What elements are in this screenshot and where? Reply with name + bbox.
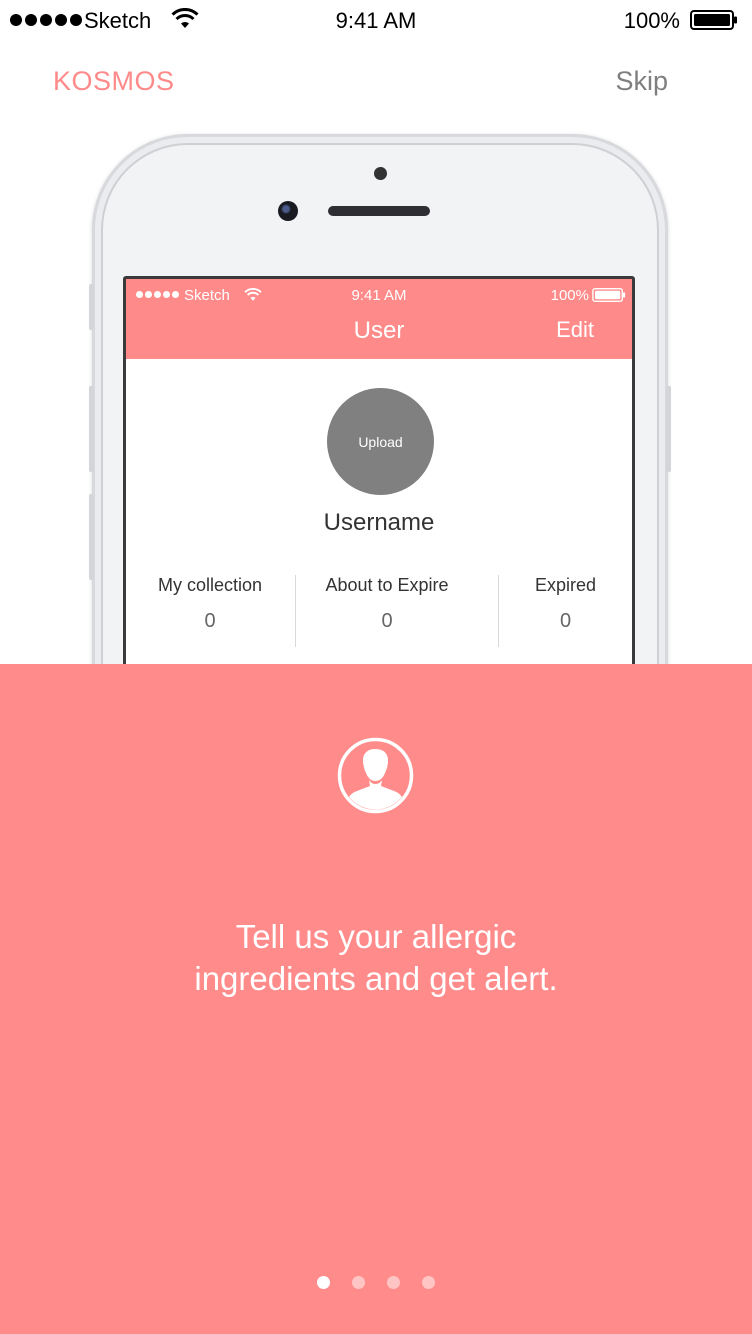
stat-value: 0 [559,610,572,632]
onboarding-panel: Tell us your allergic ingredients and ge… [0,664,752,1334]
phone-volume-down [89,494,94,580]
screen-nav-bar: Sketch 9:41 AM 100% User Edit [126,279,632,359]
stat-expired: Expired 0 [499,575,632,647]
page-dot-2[interactable] [352,1276,365,1289]
tagline-line-1: Tell us your allergic [235,918,517,955]
stat-value: 0 [204,610,216,632]
stat-my-collection: My collection 0 [126,575,294,647]
stat-label: Expired [534,575,597,595]
screen-battery-percent: 100% [550,287,589,304]
stat-about-to-expire: About to Expire 0 [296,575,478,647]
avatar-upload-label: Upload [358,433,403,450]
onboarding-tagline: Tell us your allergic ingredients and ge… [0,916,752,1000]
proximity-sensor-icon [374,167,387,180]
page-dot-3[interactable] [387,1276,400,1289]
stat-label: About to Expire [325,575,449,595]
page-dot-1[interactable] [317,1276,330,1289]
battery-icon [690,10,737,30]
username: Username [323,509,435,536]
screen-battery-icon [592,288,626,302]
stat-value: 0 [381,610,393,632]
tagline-line-2: ingredients and get alert. [194,960,558,997]
front-camera-icon [278,201,298,221]
stats-row: My collection 0 About to Expire 0 Expire… [126,575,632,647]
battery-percent: 100% [623,8,680,33]
phone-mute-switch [89,284,94,330]
earpiece-speaker [328,206,430,216]
avatar-upload: Upload [327,388,434,495]
stat-label: My collection [157,575,263,595]
user-profile-icon [337,737,414,814]
screen-edit-button: Edit [556,317,594,342]
skip-button[interactable]: Skip [615,66,668,97]
page-indicator [0,1276,752,1289]
phone-volume-up [89,386,94,472]
app-title: KOSMOS [53,66,175,96]
status-bar: Sketch 9:41 AM 100% [0,0,752,40]
phone-power-button [666,386,671,472]
page-dot-4[interactable] [422,1276,435,1289]
